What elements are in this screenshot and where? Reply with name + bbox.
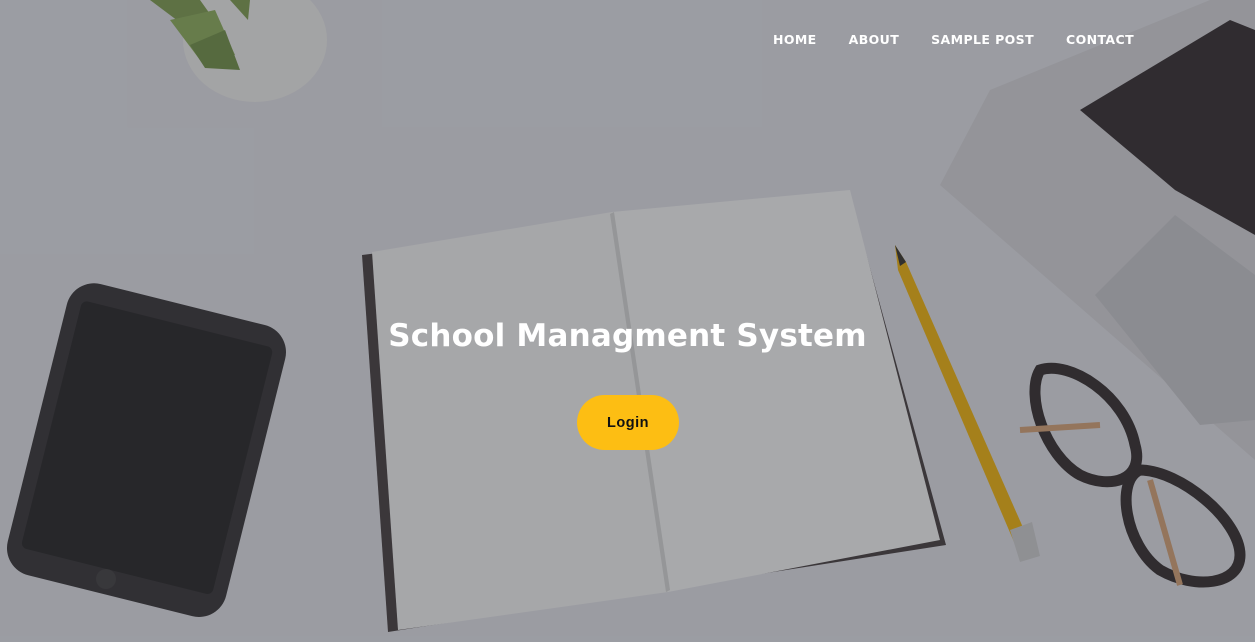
nav-item-about[interactable]: ABOUT: [833, 31, 916, 49]
nav-item-sample-post[interactable]: SAMPLE POST: [915, 31, 1050, 49]
nav-item-contact[interactable]: CONTACT: [1050, 31, 1150, 49]
top-navigation: HOME ABOUT SAMPLE POST CONTACT: [757, 31, 1150, 49]
hero-title: School Managment System: [388, 318, 867, 354]
nav-item-home[interactable]: HOME: [757, 31, 833, 49]
login-button[interactable]: Login: [577, 395, 679, 450]
hero-section: HOME ABOUT SAMPLE POST CONTACT School Ma…: [0, 0, 1255, 642]
